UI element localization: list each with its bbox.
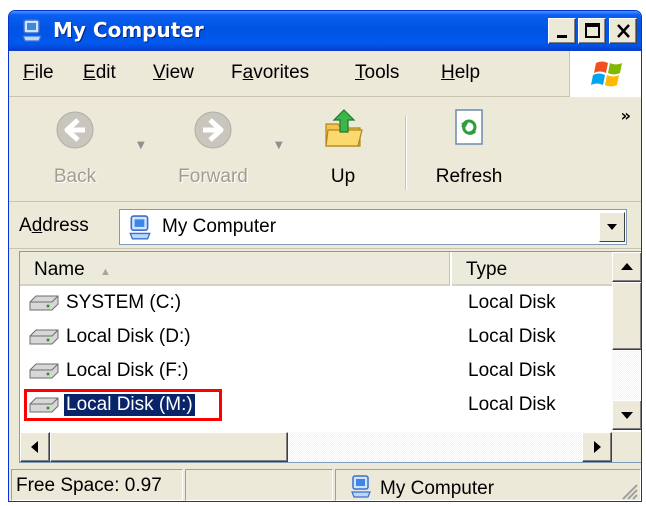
arrow-right-icon [594,441,601,453]
scroll-left-button[interactable] [20,432,50,462]
chevron-down-icon [607,224,617,230]
menu-bar: File Edit View Favorites Tools Help [9,51,641,97]
close-button[interactable] [609,18,637,44]
maximize-icon [585,23,600,38]
vertical-scroll-thumb[interactable] [612,282,641,350]
minimize-button[interactable] [548,18,576,44]
list-item[interactable]: SYSTEM (C:) Local Disk [20,286,612,320]
status-bar: Free Space: 0.97 My Computer [9,467,641,501]
sort-ascending-icon: ▲ [99,266,111,278]
arrow-up-icon [621,263,633,270]
address-bar: Address My Computer [9,203,641,249]
address-label: Address [19,215,89,236]
file-list: Name ▲ Type SYSTEM (C:) Local Disk Local… [19,251,641,463]
toolbar-overflow-chevron[interactable]: » [621,106,631,125]
column-header-name[interactable]: Name ▲ [20,252,450,286]
windows-logo [569,51,641,97]
windows-flag-icon [591,61,622,87]
title-bar[interactable]: My Computer [9,11,641,51]
forward-arrow-icon [194,111,232,149]
address-value: My Computer [162,216,277,237]
hard-disk-icon [29,363,59,379]
back-dropdown-icon[interactable]: ▼ [137,140,145,151]
forward-button[interactable]: Forward [163,104,263,200]
window-title: My Computer [53,18,204,42]
refresh-button[interactable]: Refresh [419,104,519,200]
close-icon [617,24,630,38]
hard-disk-icon [29,329,59,345]
toolbar: Back ▼ Forward ▼ Up Refresh » [9,98,641,202]
status-location: My Computer [335,469,641,501]
menu-edit[interactable]: Edit [83,62,116,84]
resize-grip-icon[interactable] [617,479,639,501]
menu-file[interactable]: File [23,62,54,84]
back-button[interactable]: Back [33,104,117,200]
folder-up-icon [325,109,363,147]
list-item[interactable]: Local Disk (D:) Local Disk [20,320,612,354]
back-arrow-icon [56,111,94,149]
my-computer-icon [129,215,151,240]
horizontal-scrollbar[interactable] [20,432,612,462]
scroll-down-button[interactable] [612,400,641,430]
horizontal-scroll-thumb[interactable] [50,432,288,462]
arrow-down-icon [621,412,633,419]
my-computer-icon [351,475,371,498]
highlight-box [24,389,222,421]
arrow-left-icon [31,441,38,453]
menu-view[interactable]: View [153,62,194,84]
list-item-selected[interactable]: Local Disk (M:) Local Disk [20,388,612,422]
up-button[interactable]: Up [309,104,377,200]
scroll-right-button[interactable] [582,432,612,462]
hard-disk-icon [29,295,59,311]
status-pane-empty [185,469,333,501]
forward-dropdown-icon[interactable]: ▼ [275,140,283,151]
my-computer-icon [22,19,42,42]
list-item[interactable]: Local Disk (F:) Local Disk [20,354,612,388]
scroll-up-button[interactable] [612,252,641,282]
explorer-window: My Computer File Edit View Favorites Too… [8,10,642,502]
address-input[interactable]: My Computer [119,209,627,245]
column-header-type[interactable]: Type [452,252,614,286]
vertical-scrollbar[interactable] [612,252,641,430]
menu-tools[interactable]: Tools [355,62,399,84]
maximize-button[interactable] [578,18,606,44]
toolbar-separator [405,116,407,190]
status-free-space: Free Space: 0.97 [11,469,183,501]
minimize-icon [557,35,567,38]
address-dropdown-button[interactable] [599,212,625,242]
menu-help[interactable]: Help [441,62,480,84]
menu-favorites[interactable]: Favorites [231,62,309,84]
refresh-icon [455,109,483,145]
scrollbar-corner [612,432,641,462]
